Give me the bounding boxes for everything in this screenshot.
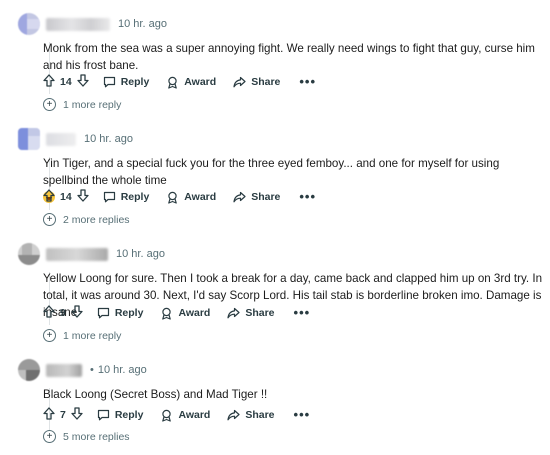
comment-time: 10 hr. ago	[118, 18, 167, 30]
comment-actions: 14 Reply Award Share •••	[43, 73, 316, 91]
plus-circle-icon[interactable]: +	[43, 430, 56, 443]
share-arrow-icon	[233, 76, 246, 88]
comment-time: 10 hr. ago	[84, 133, 133, 145]
comment-header: 10 hr. ago	[18, 125, 133, 153]
award-button[interactable]: Award	[166, 191, 216, 204]
award-label: Award	[178, 307, 211, 319]
comment-actions: 7 Reply Award Share •••	[43, 406, 310, 424]
award-medal-icon	[160, 409, 173, 422]
comment-time: • 10 hr. ago	[90, 364, 147, 376]
comment-actions: 14 Reply Award Share •••	[43, 188, 316, 206]
award-button[interactable]: Award	[166, 76, 216, 89]
comment-body: Black Loong (Secret Boss) and Mad Tiger …	[43, 388, 268, 401]
upvote-arrow-icon[interactable]	[43, 74, 55, 90]
award-label: Award	[184, 191, 217, 203]
plus-circle-icon[interactable]: +	[43, 213, 56, 226]
username-redacted[interactable]	[46, 17, 110, 31]
username-redacted[interactable]	[46, 363, 82, 377]
vote-count: 14	[60, 191, 72, 203]
downvote-arrow-icon[interactable]	[77, 189, 89, 205]
vote-group: 14	[43, 74, 89, 90]
share-label: Share	[251, 76, 281, 88]
timestamp: 10 hr. ago	[118, 18, 167, 30]
vote-group: 9	[43, 305, 83, 321]
more-replies-link[interactable]: + 1 more reply	[43, 98, 121, 111]
reply-label: Reply	[120, 191, 150, 203]
comment-header: 10 hr. ago	[18, 240, 165, 268]
more-replies-label[interactable]: 2 more replies	[63, 214, 130, 226]
award-button[interactable]: Award	[160, 409, 210, 422]
timestamp: 10 hr. ago	[84, 133, 133, 145]
ellipsis-icon[interactable]: •••	[299, 75, 316, 88]
more-replies-label[interactable]: 1 more reply	[63, 330, 121, 342]
more-replies-link[interactable]: + 1 more reply	[43, 329, 121, 342]
reply-label: Reply	[114, 409, 144, 421]
avatar[interactable]	[18, 243, 40, 265]
award-medal-icon	[160, 307, 173, 320]
vote-group: 7	[43, 407, 83, 423]
share-button[interactable]: Share	[233, 76, 280, 88]
plus-circle-icon[interactable]: +	[43, 329, 56, 342]
share-button[interactable]: Share	[233, 191, 280, 203]
share-arrow-icon	[233, 191, 246, 203]
timestamp: 10 hr. ago	[116, 248, 165, 260]
ellipsis-icon[interactable]: •••	[299, 190, 316, 203]
comment-text: Yin Tiger, and a special fuck you for th…	[43, 157, 500, 187]
vote-group: 14	[43, 189, 89, 205]
share-arrow-icon	[227, 307, 240, 319]
more-replies-link[interactable]: + 5 more replies	[43, 430, 130, 443]
award-medal-icon	[166, 191, 179, 204]
speech-bubble-icon	[97, 307, 110, 319]
share-label: Share	[245, 307, 275, 319]
plus-circle-icon[interactable]: +	[43, 98, 56, 111]
share-arrow-icon	[227, 409, 240, 421]
comment-actions: 9 Reply Award Share •••	[43, 304, 310, 322]
more-replies-label[interactable]: 5 more replies	[63, 431, 130, 443]
upvote-arrow-icon[interactable]	[43, 305, 55, 321]
comment-body: Monk from the sea was a super annoying f…	[43, 42, 535, 72]
avatar[interactable]	[18, 13, 40, 35]
comment-header: 10 hr. ago	[18, 10, 167, 38]
comment-time: 10 hr. ago	[116, 248, 165, 260]
downvote-arrow-icon[interactable]	[71, 407, 83, 423]
award-label: Award	[184, 76, 217, 88]
award-button[interactable]: Award	[160, 307, 210, 320]
award-medal-icon	[166, 76, 179, 89]
ellipsis-icon[interactable]: •••	[294, 408, 311, 421]
share-button[interactable]: Share	[227, 307, 275, 319]
reply-button[interactable]: Reply	[97, 409, 144, 421]
vote-count: 9	[60, 307, 66, 319]
timestamp: 10 hr. ago	[97, 364, 147, 376]
award-label: Award	[178, 409, 211, 421]
reply-label: Reply	[120, 76, 150, 88]
avatar[interactable]	[18, 128, 40, 150]
username-redacted[interactable]	[46, 132, 76, 146]
speech-bubble-icon	[103, 76, 116, 88]
speech-bubble-icon	[103, 191, 116, 203]
reply-button[interactable]: Reply	[103, 191, 150, 203]
downvote-arrow-icon[interactable]	[71, 305, 83, 321]
ellipsis-icon[interactable]: •••	[294, 306, 311, 319]
share-label: Share	[245, 409, 275, 421]
share-label: Share	[251, 191, 281, 203]
more-replies-label[interactable]: 1 more reply	[63, 99, 121, 111]
reply-button[interactable]: Reply	[97, 307, 144, 319]
vote-count: 7	[60, 409, 66, 421]
more-replies-link[interactable]: + 2 more replies	[43, 213, 130, 226]
reply-label: Reply	[114, 307, 144, 319]
speech-bubble-icon	[97, 409, 110, 421]
vote-count: 14	[60, 76, 72, 88]
share-button[interactable]: Share	[227, 409, 275, 421]
separator-dot: •	[90, 364, 94, 376]
upvote-arrow-icon[interactable]	[43, 407, 55, 423]
upvote-arrow-icon[interactable]	[43, 189, 55, 205]
avatar[interactable]	[18, 359, 40, 381]
downvote-arrow-icon[interactable]	[77, 74, 89, 90]
username-redacted[interactable]	[46, 247, 108, 261]
reply-button[interactable]: Reply	[103, 76, 150, 88]
comment-header: • 10 hr. ago	[18, 356, 147, 384]
